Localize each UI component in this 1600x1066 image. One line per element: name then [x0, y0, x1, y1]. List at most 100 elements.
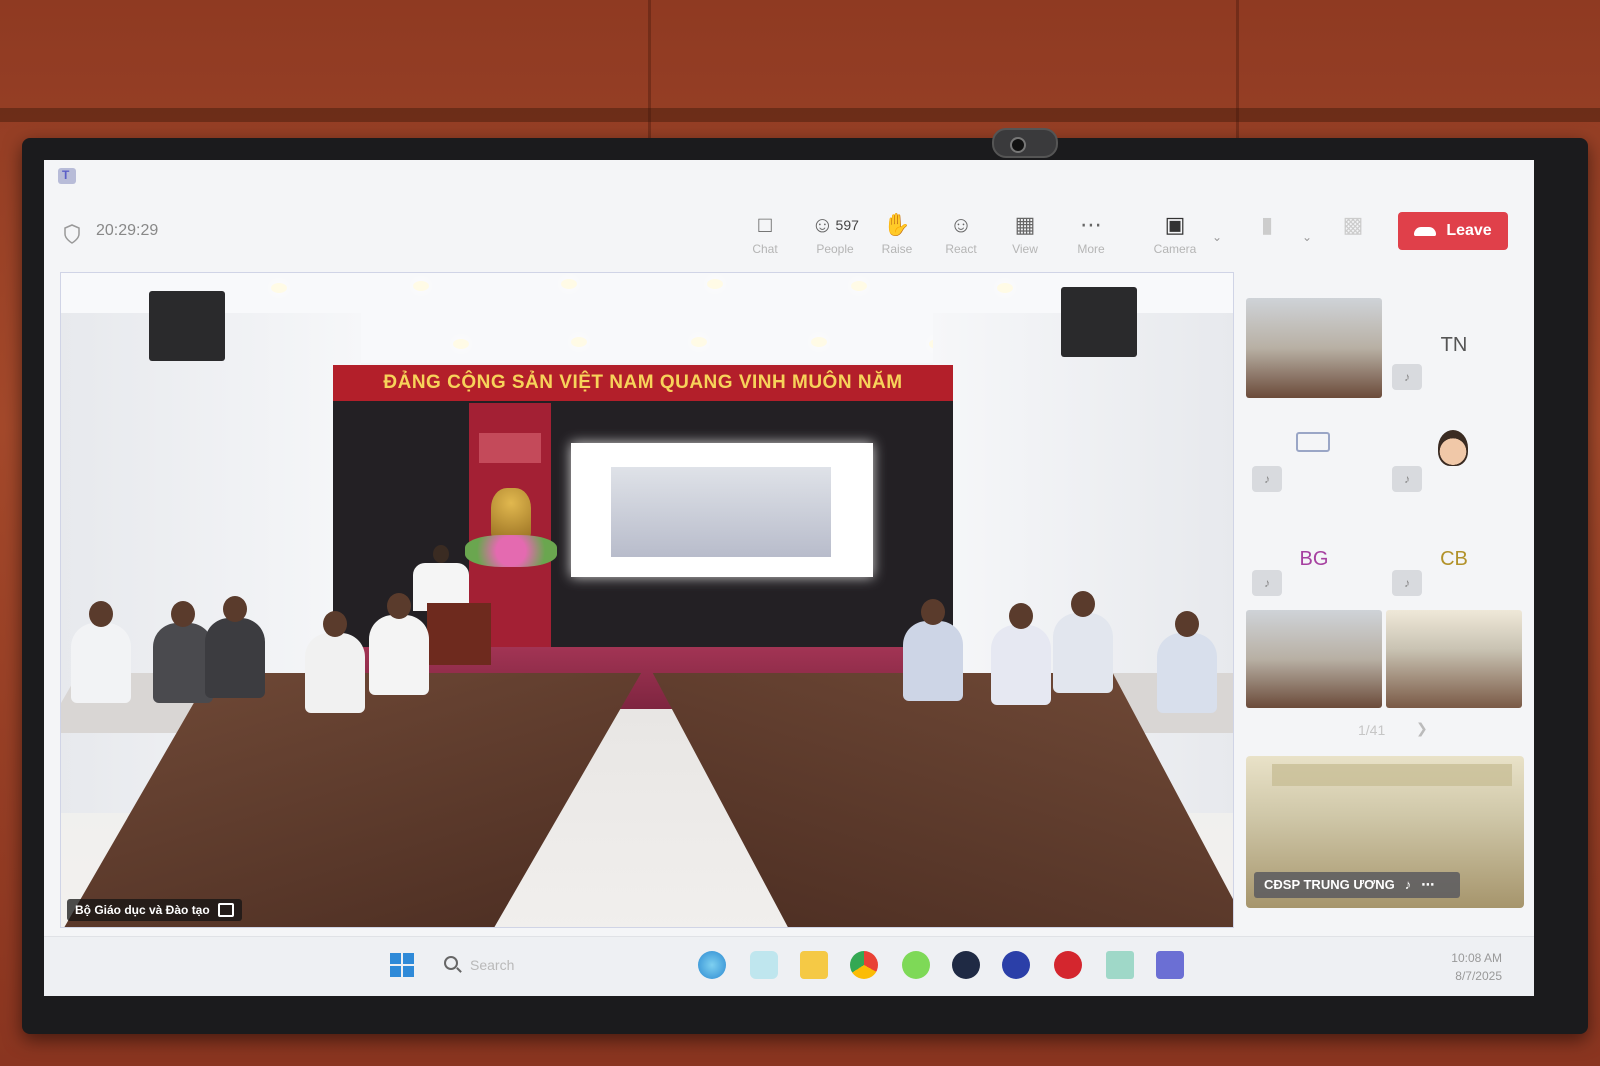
participant-tile-video[interactable] [1246, 610, 1382, 708]
podium [427, 603, 491, 665]
self-view-banner [1272, 764, 1512, 786]
raise-label: Raise [881, 242, 913, 256]
more-button[interactable]: ⋯ More [1060, 210, 1122, 256]
camera-label: Camera [1153, 242, 1197, 256]
attendee [903, 599, 963, 701]
page-indicator: 1/41 [1358, 722, 1386, 738]
app-icon[interactable] [1002, 951, 1030, 979]
teams-icon[interactable] [1156, 951, 1184, 979]
react-label: React [945, 242, 977, 256]
attendee [1053, 591, 1113, 693]
notepad-icon[interactable] [1106, 951, 1134, 979]
attendee [305, 611, 365, 713]
microphone-icon: ▮ [1260, 212, 1274, 237]
participant-name: Bộ Giáo dục và Đào tạo [75, 903, 210, 917]
teams-logo-icon [58, 168, 76, 184]
participant-initials: BG [1299, 548, 1329, 570]
system-clock[interactable]: 10:08 AM 8/7/2025 [1451, 949, 1502, 985]
chat-icon: □ [758, 212, 772, 237]
projection-screen [571, 443, 873, 577]
leave-button[interactable]: Leave [1398, 212, 1508, 250]
leave-label: Leave [1446, 222, 1492, 239]
muted-mic-icon: ♪ [1252, 570, 1282, 596]
clock-time: 10:08 AM [1451, 951, 1502, 965]
chat-button[interactable]: □ Chat [734, 210, 796, 256]
ceiling-light [271, 283, 287, 293]
projection-content [611, 467, 831, 557]
camera-button[interactable]: ▣ Camera [1144, 210, 1206, 256]
edge-app-icon[interactable] [698, 951, 726, 979]
people-label: People [816, 242, 854, 256]
chat-label: Chat [752, 242, 778, 256]
raise-hand-button[interactable]: ✋ Raise [866, 210, 928, 256]
taskbar-search[interactable]: Search [440, 951, 640, 981]
shared-screen-icon [1296, 432, 1330, 452]
shield-icon [64, 224, 80, 244]
ceiling-light [571, 337, 587, 347]
hand-icon: ✋ [883, 212, 911, 237]
grid-icon: ▦ [1014, 212, 1036, 237]
wall-speaker [149, 291, 225, 361]
participant-tile[interactable]: BG ♪ [1246, 512, 1382, 612]
windows-taskbar: Search 10:08 AM 8/7/2025 [44, 936, 1534, 996]
participant-tile-video[interactable] [1246, 298, 1382, 398]
muted-mic-icon: ♪ [1252, 466, 1282, 492]
mic-options-chevron-icon[interactable]: ⌄ [1302, 230, 1312, 244]
title-bar [44, 160, 1534, 196]
clock-date: 8/7/2025 [1455, 969, 1502, 983]
more-label: More [1077, 242, 1105, 256]
ceiling-light [561, 279, 577, 289]
muted-mic-icon: ♪ [1392, 364, 1422, 390]
self-view-name: CĐSP TRUNG ƯƠNG [1264, 877, 1395, 892]
ceiling-light [811, 337, 827, 347]
ceiling-light [413, 281, 429, 291]
ultraviewer-icon[interactable] [952, 951, 980, 979]
people-count: 597 [835, 217, 859, 233]
mic-button[interactable]: ▮ [1236, 210, 1298, 240]
main-video-feed[interactable]: ĐẢNG CỘNG SẢN VIỆT NAM QUANG VINH MUÔN N… [60, 272, 1234, 928]
meeting-toolbar: 20:29:29 □ Chat ☺ 597 People ✋ Raise ☺ Re… [44, 200, 1534, 270]
teams-window: 20:29:29 □ Chat ☺597 People ✋ Raise ☺ Re… [44, 160, 1534, 996]
more-options-icon[interactable]: ⋯ [1421, 872, 1434, 898]
muted-mic-icon: ♪ [1392, 570, 1422, 596]
self-view-tile[interactable]: CĐSP TRUNG ƯƠNG ♪ ⋯ [1246, 756, 1524, 908]
participant-tile[interactable]: TN ♪ [1386, 298, 1522, 398]
react-button[interactable]: ☺ React [930, 210, 992, 256]
ceiling-light [707, 279, 723, 289]
people-button[interactable]: ☺ 597 People [800, 210, 870, 256]
search-icon [444, 956, 458, 970]
bust-statue [491, 488, 531, 538]
camera-icon: ▣ [1164, 212, 1186, 237]
chrome-icon[interactable] [850, 951, 878, 979]
attendee [205, 596, 265, 698]
ceiling-light [997, 283, 1013, 293]
app-icon[interactable] [1054, 951, 1082, 979]
windows-start-icon[interactable] [390, 953, 414, 977]
wall-band [0, 108, 1600, 122]
participant-tile[interactable]: ♪ [1246, 406, 1382, 506]
app-icon[interactable] [750, 951, 778, 979]
party-emblem [479, 433, 541, 463]
flower-arrangement [465, 535, 557, 567]
next-page-chevron-icon[interactable]: ❯ [1416, 720, 1428, 737]
ceiling-light [691, 337, 707, 347]
participant-tile-video[interactable] [1386, 610, 1522, 708]
people-icon: ☺ 597 [811, 212, 859, 237]
share-button[interactable]: ▩ [1322, 210, 1384, 240]
mic-icon: ♪ [1404, 877, 1412, 892]
attendee [71, 601, 131, 703]
participant-tile[interactable]: CB ♪ [1386, 512, 1522, 612]
participant-avatar [1438, 430, 1468, 466]
stage-banner: ĐẢNG CỘNG SẢN VIỆT NAM QUANG VINH MUÔN N… [333, 365, 953, 401]
participant-tile[interactable]: ♪ [1386, 406, 1522, 506]
attendee [1157, 611, 1217, 713]
search-placeholder: Search [470, 957, 515, 973]
app-icon[interactable] [902, 951, 930, 979]
self-view-name-tag: CĐSP TRUNG ƯƠNG ♪ ⋯ [1254, 872, 1460, 898]
view-button[interactable]: ▦ View [994, 210, 1056, 256]
muted-mic-icon: ♪ [1392, 466, 1422, 492]
more-dots-icon: ⋯ [1080, 212, 1102, 237]
file-explorer-icon[interactable] [800, 951, 828, 979]
participant-initials: TN [1440, 334, 1468, 356]
camera-options-chevron-icon[interactable]: ⌄ [1212, 230, 1222, 244]
